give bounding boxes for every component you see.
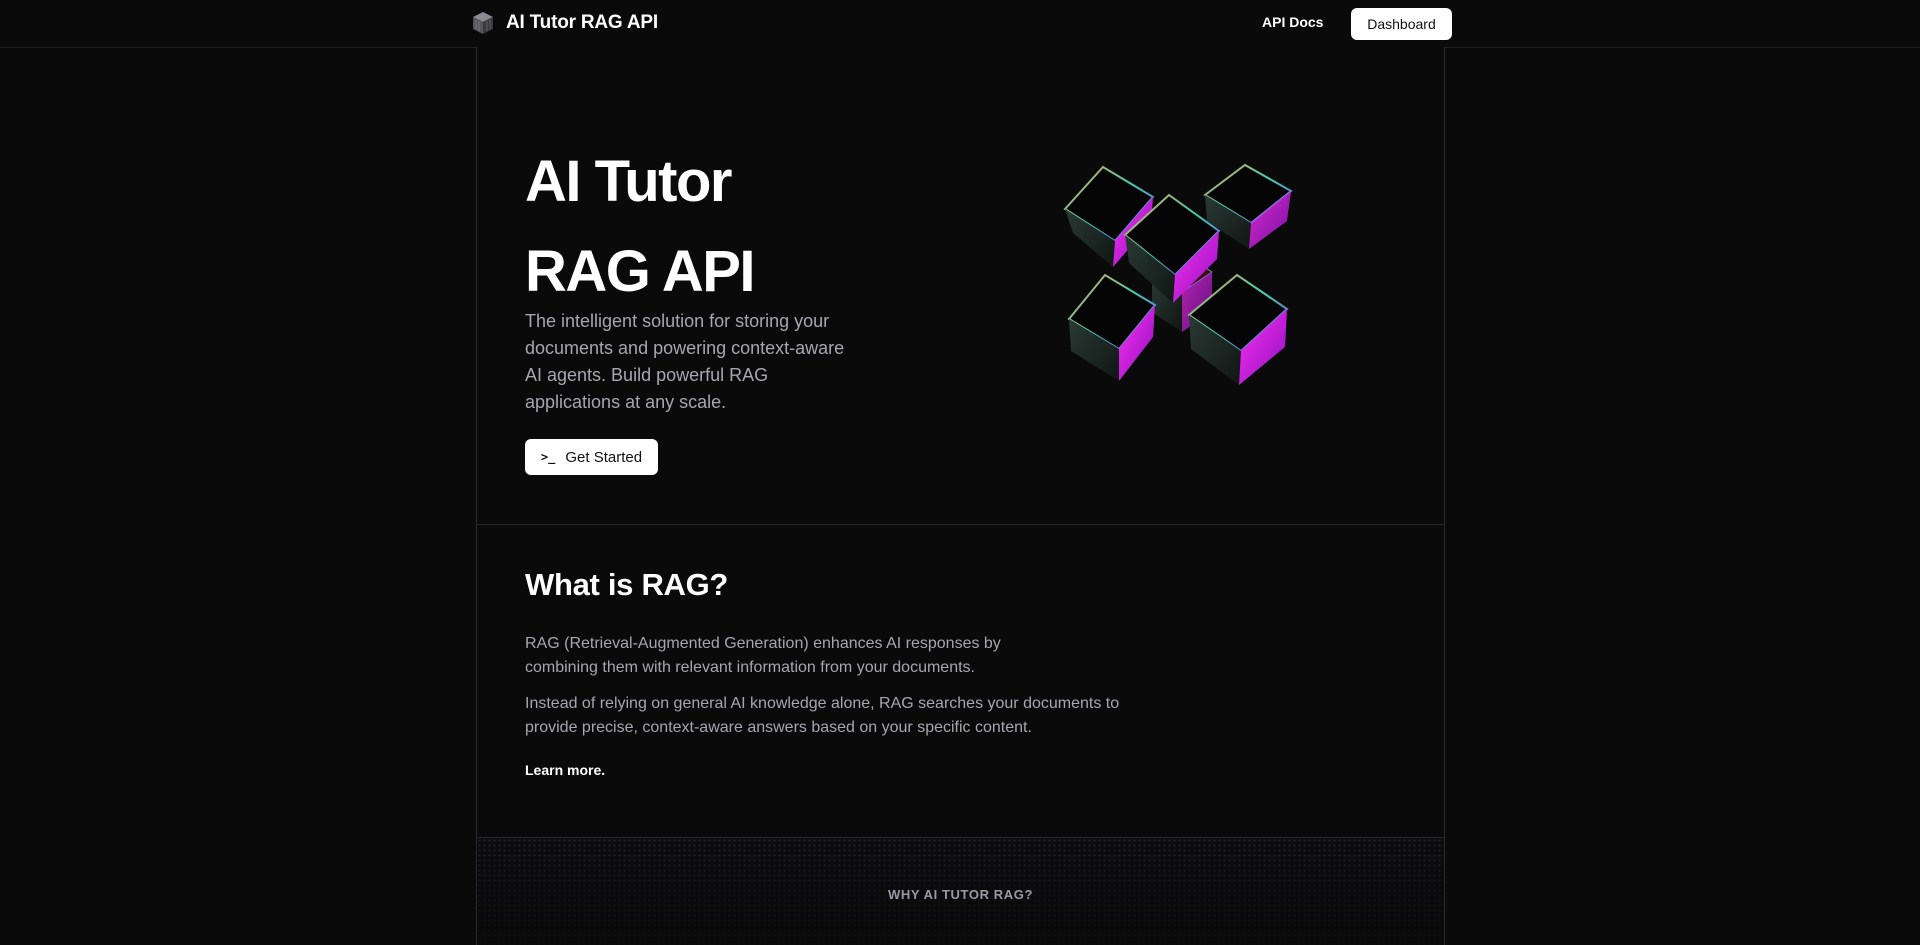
hero-title-line-1: AI Tutor: [525, 149, 732, 214]
learn-more-link[interactable]: Learn more.: [525, 762, 605, 778]
main-content-column: AI Tutor RAG API The intelligent solutio…: [476, 47, 1445, 945]
api-docs-link[interactable]: API Docs: [1262, 14, 1323, 30]
terminal-icon: >_: [540, 450, 556, 464]
top-nav-bar: AI Tutor RAG API API Docs Dashboard: [0, 0, 1920, 48]
cube-logo-icon: [473, 12, 493, 34]
hero-description: The intelligent solution for storing you…: [525, 311, 845, 412]
rag-paragraph-2: Instead of relying on general AI knowled…: [525, 695, 1120, 736]
hero-title-line-2: RAG API: [525, 239, 756, 304]
brand-title: AI Tutor RAG API: [506, 12, 658, 33]
cube-mark: [1067, 273, 1157, 381]
get-started-label: Get Started: [565, 448, 643, 466]
rainbow-cubes-illustration: [1063, 163, 1293, 385]
section-title: What is RAG?: [525, 567, 729, 602]
get-started-button[interactable]: >_ Get Started: [525, 439, 658, 475]
dashboard-button[interactable]: Dashboard: [1351, 8, 1452, 40]
why-section-eyebrow: WHY AI TUTOR RAG?: [887, 887, 1033, 902]
brand[interactable]: AI Tutor RAG API: [470, 10, 658, 36]
section-divider: [477, 524, 1444, 525]
hero-title: AI Tutor RAG API: [525, 137, 756, 317]
rag-paragraph-1: RAG (Retrieval-Augmented Generation) enh…: [525, 635, 1001, 676]
